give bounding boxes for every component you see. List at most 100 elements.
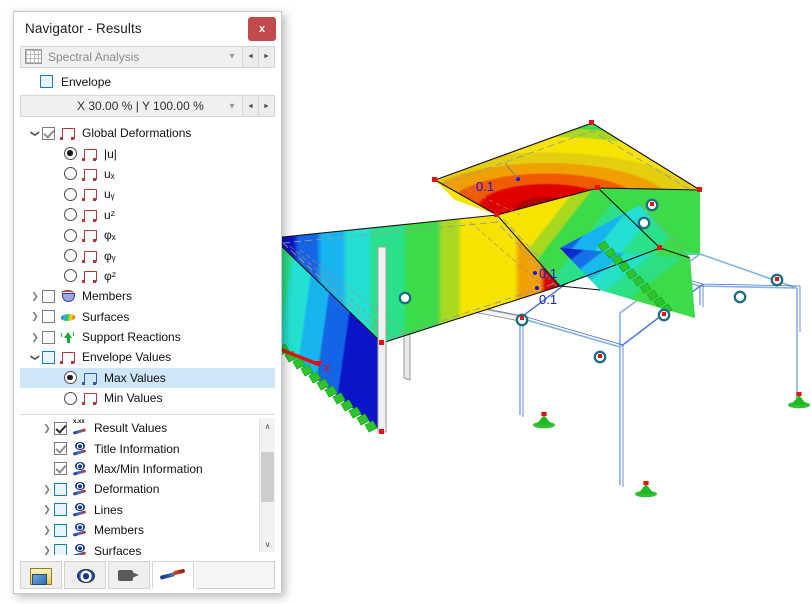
chevron-down-icon[interactable]: ▾ [222, 96, 242, 116]
checkbox[interactable] [54, 544, 67, 555]
eye-line-icon [72, 461, 88, 476]
analysis-combo-body[interactable]: Spectral Analysis [21, 47, 222, 67]
tab-results[interactable] [152, 561, 194, 589]
radio-button[interactable] [64, 391, 77, 405]
scroll-up-button[interactable]: ∧ [260, 418, 275, 434]
table-icon [25, 49, 42, 65]
image-folder-icon [30, 566, 52, 585]
tree-item-max-min-information[interactable]: Max/Min Information [20, 459, 275, 479]
navigator-results-window[interactable]: Navigator - Results x Spectral Analysis … [13, 11, 282, 594]
checkbox[interactable] [42, 350, 55, 364]
tree-item-surfaces[interactable]: ❯ Surfaces [20, 306, 275, 326]
analysis-next-button[interactable]: ► [258, 47, 274, 67]
display-properties-list[interactable]: ❯ Result Values Title Information Max/Min I… [20, 415, 275, 555]
chevron-right-icon[interactable]: ❯ [28, 291, 42, 302]
chevron-down-icon[interactable]: ❯ [30, 126, 41, 140]
tree-item-label: φᵧ [104, 248, 116, 263]
tree-item-deformation[interactable]: ❯ Deformation [20, 479, 275, 499]
navigator-tab-bar[interactable] [14, 555, 281, 593]
radio-button[interactable] [64, 249, 77, 262]
checkbox[interactable] [54, 442, 67, 456]
chevron-right-icon[interactable]: ❯ [40, 525, 54, 536]
vertical-scrollbar[interactable]: ∧ ∨ [259, 418, 275, 552]
envelope-label: Envelope [61, 74, 112, 89]
tab-camera[interactable] [108, 561, 150, 589]
frame-icon [82, 249, 98, 263]
eye-icon [75, 566, 95, 584]
page-title: Navigator - Results [25, 21, 142, 36]
checkbox[interactable] [42, 330, 55, 344]
tree-item-max-and-min-values[interactable]: Max and Min Values [20, 408, 275, 410]
checkbox[interactable] [54, 503, 67, 517]
tree-item-u[interactable]: uᶻ [20, 205, 275, 225]
results-tree[interactable]: ❯ Global Deformations |u| uₓ uᵧ uᶻ φₓ φᵧ φᶻ ❯ Memb… [20, 122, 275, 410]
tree-item-[interactable]: φᵧ [20, 245, 275, 265]
chevron-down-icon[interactable]: ❯ [30, 350, 41, 364]
scrollbar-thumb[interactable] [261, 452, 274, 502]
tab-project-navigator[interactable] [20, 561, 62, 589]
checkbox[interactable] [42, 289, 55, 303]
radio-button[interactable] [64, 147, 77, 161]
chevron-right-icon[interactable]: ❯ [40, 504, 54, 515]
tree-item-envelope-values[interactable]: ❯ Envelope Values [20, 347, 275, 367]
tree-item-surfaces[interactable]: ❯ Surfaces [20, 540, 275, 555]
display-properties-panel[interactable]: ❯ Result Values Title Information Max/Min I… [20, 414, 275, 555]
radio-button[interactable] [64, 208, 77, 222]
tree-item-min-values[interactable]: Min Values [20, 388, 275, 408]
scroll-down-button[interactable]: ∨ [260, 536, 275, 552]
analysis-combo[interactable]: Spectral Analysis ▾ ◄ ► [20, 46, 275, 68]
tree-item-global-deformations[interactable]: ❯ Global Deformations [20, 123, 275, 143]
tree-item-label: Deformation [94, 482, 160, 497]
frame-icon [82, 391, 98, 406]
checkbox[interactable] [42, 310, 55, 324]
tree-item-[interactable]: φₓ [20, 225, 275, 245]
radio-button[interactable] [64, 371, 77, 385]
radio-button[interactable] [64, 269, 77, 283]
axis-label-x: X [322, 363, 331, 375]
tree-item-title-information[interactable]: Title Information [20, 438, 275, 458]
tab-views[interactable] [64, 561, 106, 589]
envelope-next-button[interactable]: ► [258, 96, 274, 116]
checkbox[interactable] [54, 462, 67, 476]
eye-line-icon [72, 482, 88, 496]
envelope-prev-button[interactable]: ◄ [242, 96, 258, 116]
checkbox[interactable] [54, 523, 67, 537]
close-icon[interactable]: x [248, 16, 276, 41]
radio-button[interactable] [64, 228, 77, 242]
analysis-prev-button[interactable]: ◄ [242, 47, 258, 67]
tree-item-members[interactable]: ❯ Members [20, 286, 275, 306]
tab-bar-filler [196, 561, 275, 589]
radio-button[interactable] [64, 167, 77, 181]
tree-item-support-reactions[interactable]: ❯ Support Reactions [20, 327, 275, 347]
chevron-right-icon[interactable]: ❯ [28, 311, 42, 322]
scrollbar-track[interactable] [260, 434, 275, 536]
tree-item-u[interactable]: uₓ [20, 164, 275, 184]
window-title-bar[interactable]: Navigator - Results x [14, 12, 281, 46]
tree-item-label: Min Values [104, 391, 163, 406]
checkbox[interactable] [54, 421, 67, 435]
chevron-down-icon[interactable]: ▾ [222, 47, 242, 67]
analysis-combo-value: Spectral Analysis [48, 49, 140, 64]
tree-item-result-values[interactable]: ❯ Result Values [20, 418, 275, 438]
tree-item-max-values[interactable]: Max Values [20, 367, 275, 389]
tree-item-label: uᶻ [104, 207, 115, 222]
nodal-supports [533, 392, 810, 498]
frame-icon [82, 228, 98, 243]
tree-item-lines[interactable]: ❯ Lines [20, 500, 275, 520]
tree-item-u[interactable]: |u| [20, 143, 275, 163]
envelope-checkbox[interactable] [40, 75, 53, 89]
chevron-right-icon[interactable]: ❯ [40, 423, 54, 434]
tree-item-u[interactable]: uᵧ [20, 184, 275, 204]
chevron-right-icon[interactable]: ❯ [28, 332, 42, 343]
tree-item-[interactable]: φᶻ [20, 266, 275, 286]
tree-item-members[interactable]: ❯ Members [20, 520, 275, 540]
envelope-row[interactable]: Envelope [14, 73, 281, 91]
envelope-combo-body[interactable]: X 30.00 % | Y 100.00 % [21, 96, 222, 116]
chevron-right-icon[interactable]: ❯ [40, 545, 54, 555]
checkbox[interactable] [42, 126, 55, 140]
radio-button[interactable] [64, 187, 77, 201]
chevron-right-icon[interactable]: ❯ [40, 484, 54, 495]
surfaces-icon [60, 310, 76, 324]
envelope-combo[interactable]: X 30.00 % | Y 100.00 % ▾ ◄ ► [20, 95, 275, 117]
checkbox[interactable] [54, 482, 67, 496]
